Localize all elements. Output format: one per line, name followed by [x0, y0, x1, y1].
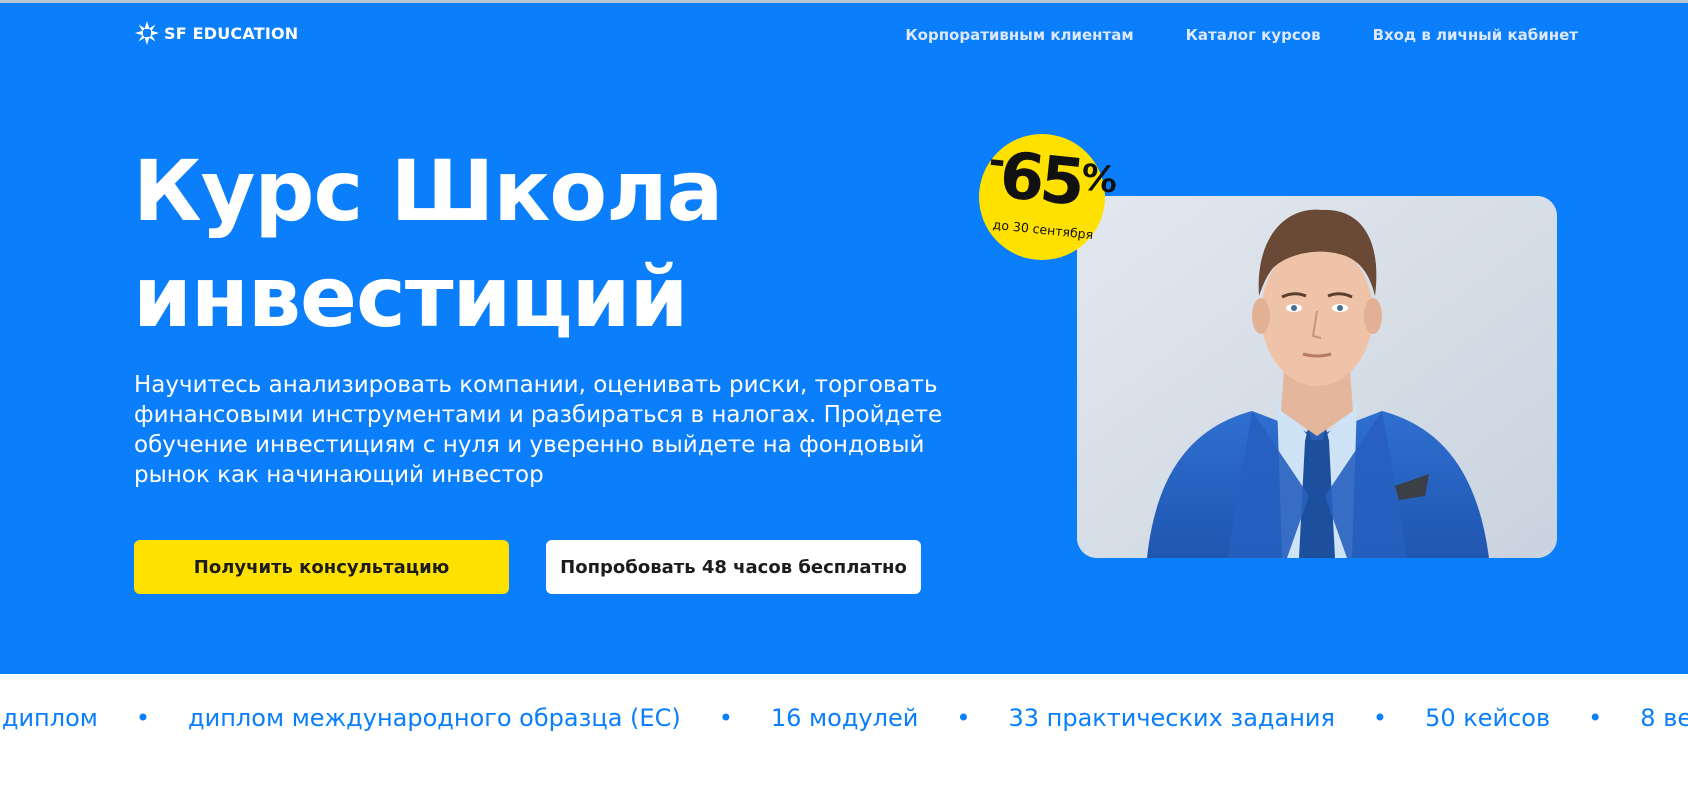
hero-section: SF EDUCATION Корпоративным клиентам Ката… — [0, 3, 1688, 674]
ticker-item: 8 веб — [1640, 704, 1688, 732]
title-line-1: Курс Школа — [133, 142, 723, 240]
ticker-item: диплом международного образца (ЕС) — [188, 704, 681, 732]
logo-icon — [134, 20, 160, 46]
get-consultation-button[interactable]: Получить консультацию — [134, 540, 509, 594]
page: SF EDUCATION Корпоративным клиентам Ката… — [0, 0, 1688, 793]
features-ticker: ный диплом • диплом международного образ… — [0, 674, 1688, 764]
discount-badge: -65% до 30 сентября — [979, 134, 1119, 260]
logo-text: SF EDUCATION — [164, 23, 299, 43]
page-title: Курс Школа инвестиций — [133, 138, 893, 350]
ticker-separator: • — [1372, 704, 1388, 732]
hero-subtitle: Научитесь анализировать компании, оценив… — [134, 372, 943, 488]
discount-value: -65% — [986, 137, 1120, 221]
nav-course-catalog[interactable]: Каталог курсов — [1186, 26, 1321, 44]
ticker-item: 50 кейсов — [1425, 704, 1551, 732]
free-trial-button[interactable]: Попробовать 48 часов бесплатно — [546, 540, 921, 594]
ticker-item: 33 практических задания — [1008, 704, 1335, 732]
nav-login[interactable]: Вход в личный кабинет — [1373, 26, 1578, 44]
ticker-separator: • — [956, 704, 971, 732]
nav-corporate-clients[interactable]: Корпоративным клиентам — [905, 26, 1133, 44]
top-nav: Корпоративным клиентам Каталог курсов Вх… — [905, 26, 1578, 44]
ticker-item: 16 модулей — [770, 704, 919, 732]
hero-photo — [1077, 196, 1557, 558]
ticker-item: ный диплом — [0, 704, 98, 732]
logo-link[interactable]: SF EDUCATION — [134, 20, 298, 46]
title-line-2: инвестиций — [133, 248, 688, 346]
ticker-separator: • — [718, 704, 733, 732]
ticker-separator: • — [1588, 704, 1603, 732]
ticker-separator: • — [135, 704, 151, 732]
ticker-track: ный диплом • диплом международного образ… — [0, 704, 1688, 732]
